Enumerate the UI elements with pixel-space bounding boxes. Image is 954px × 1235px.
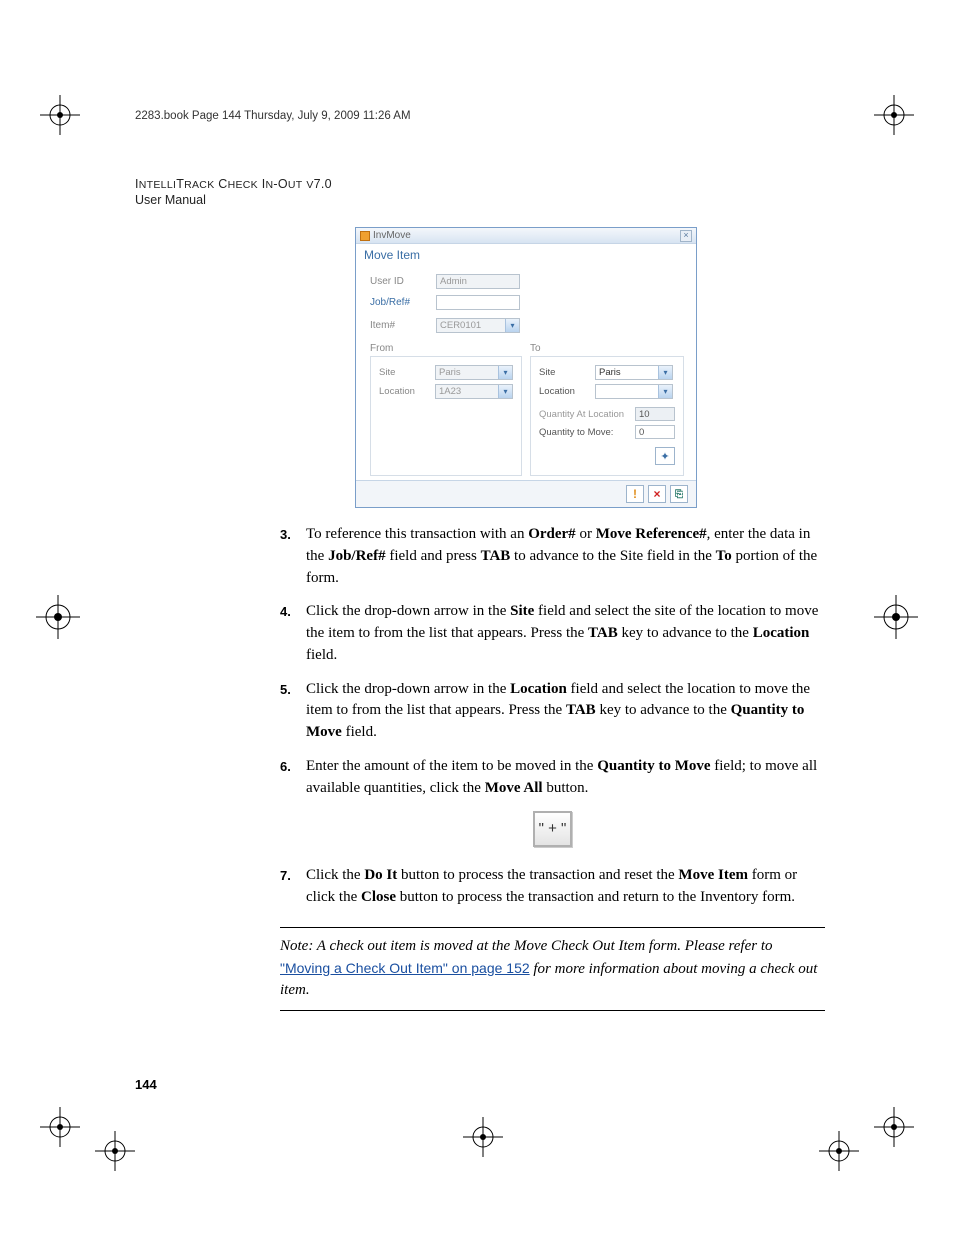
doc-title: INTELLITRACK CHECK IN-OUT V7.0 [135, 177, 825, 191]
move-all-button[interactable]: ✦ [655, 447, 675, 465]
crop-mark-icon [819, 1131, 859, 1171]
qty-to-move-field[interactable]: 0 [635, 425, 675, 439]
crop-mark-icon [40, 1107, 80, 1147]
step-number: 6. [280, 756, 306, 800]
from-site-label: Site [379, 367, 435, 378]
close-button[interactable]: × [648, 485, 666, 503]
do-it-button[interactable]: ! [626, 485, 644, 503]
window-titlebar: InvMove × [356, 228, 696, 244]
to-site-label: Site [539, 367, 595, 378]
move-item-window: InvMove × Move Item User ID Admin Job/Re… [355, 227, 697, 508]
step-5: 5. Click the drop-down arrow in the Loca… [280, 679, 825, 744]
exit-button[interactable]: ⎘ [670, 485, 688, 503]
step-4: 4. Click the drop-down arrow in the Site… [280, 601, 825, 666]
qty-at-location-value: 10 [635, 407, 675, 421]
app-icon [360, 231, 370, 241]
chevron-down-icon[interactable]: ▾ [658, 366, 672, 379]
step-3: 3. To reference this transaction with an… [280, 524, 825, 589]
to-site-value: Paris [596, 366, 658, 379]
chevron-down-icon: ▾ [498, 385, 512, 398]
crop-mark-icon [463, 1117, 503, 1157]
note-text: Note: A check out item is moved at the M… [280, 938, 773, 954]
jobref-field[interactable] [436, 295, 520, 310]
to-location-dropdown[interactable]: ▾ [595, 384, 673, 399]
step-number: 5. [280, 679, 306, 744]
userid-label: User ID [370, 276, 436, 287]
crop-mark-icon [874, 1107, 914, 1147]
step-number: 4. [280, 601, 306, 666]
step-6: 6. Enter the amount of the item to be mo… [280, 756, 825, 800]
jobref-label: Job/Ref# [370, 297, 436, 308]
step-number: 3. [280, 524, 306, 589]
to-location-label: Location [539, 386, 595, 397]
qty-to-move-label: Quantity to Move: [539, 427, 635, 438]
item-label: Item# [370, 320, 436, 331]
to-panel: Site Paris ▾ Location ▾ [530, 356, 684, 476]
window-title: InvMove [373, 230, 411, 241]
crop-mark-icon [874, 95, 914, 135]
step-number: 7. [280, 865, 306, 909]
note-block: Note: A check out item is moved at the M… [280, 927, 825, 1011]
from-section-label: From [370, 343, 522, 354]
crop-mark-icon [874, 595, 918, 639]
item-value: CER0101 [437, 319, 505, 332]
chevron-down-icon: ▾ [498, 366, 512, 379]
userid-field: Admin [436, 274, 520, 289]
note-link[interactable]: "Moving a Check Out Item" on page 152 [280, 960, 530, 976]
to-site-dropdown[interactable]: Paris ▾ [595, 365, 673, 380]
instructions-list: 3. To reference this transaction with an… [280, 524, 825, 909]
crop-mark-icon [36, 595, 80, 639]
from-location-value: 1A23 [436, 385, 498, 398]
crop-mark-icon [40, 95, 80, 135]
chevron-down-icon[interactable]: ▾ [658, 385, 672, 398]
qty-at-location-label: Quantity At Location [539, 409, 635, 420]
crop-mark-icon [95, 1131, 135, 1171]
to-section-label: To [530, 343, 682, 354]
from-location-label: Location [379, 386, 435, 397]
item-dropdown[interactable]: CER0101 ▾ [436, 318, 520, 333]
move-all-icon: " + " [533, 811, 572, 847]
step-7: 7. Click the Do It button to process the… [280, 865, 825, 909]
doc-subtitle: User Manual [135, 193, 825, 207]
from-site-value: Paris [436, 366, 498, 379]
page-number: 144 [135, 1077, 157, 1092]
form-title: Move Item [356, 244, 696, 264]
close-icon[interactable]: × [680, 230, 692, 242]
page-header-line: 2283.book Page 144 Thursday, July 9, 200… [135, 110, 825, 122]
from-location-dropdown: 1A23 ▾ [435, 384, 513, 399]
window-footer: ! × ⎘ [356, 480, 696, 507]
to-location-value [596, 385, 658, 398]
chevron-down-icon[interactable]: ▾ [505, 319, 519, 332]
from-site-dropdown: Paris ▾ [435, 365, 513, 380]
from-panel: Site Paris ▾ Location 1A23 ▾ [370, 356, 522, 476]
